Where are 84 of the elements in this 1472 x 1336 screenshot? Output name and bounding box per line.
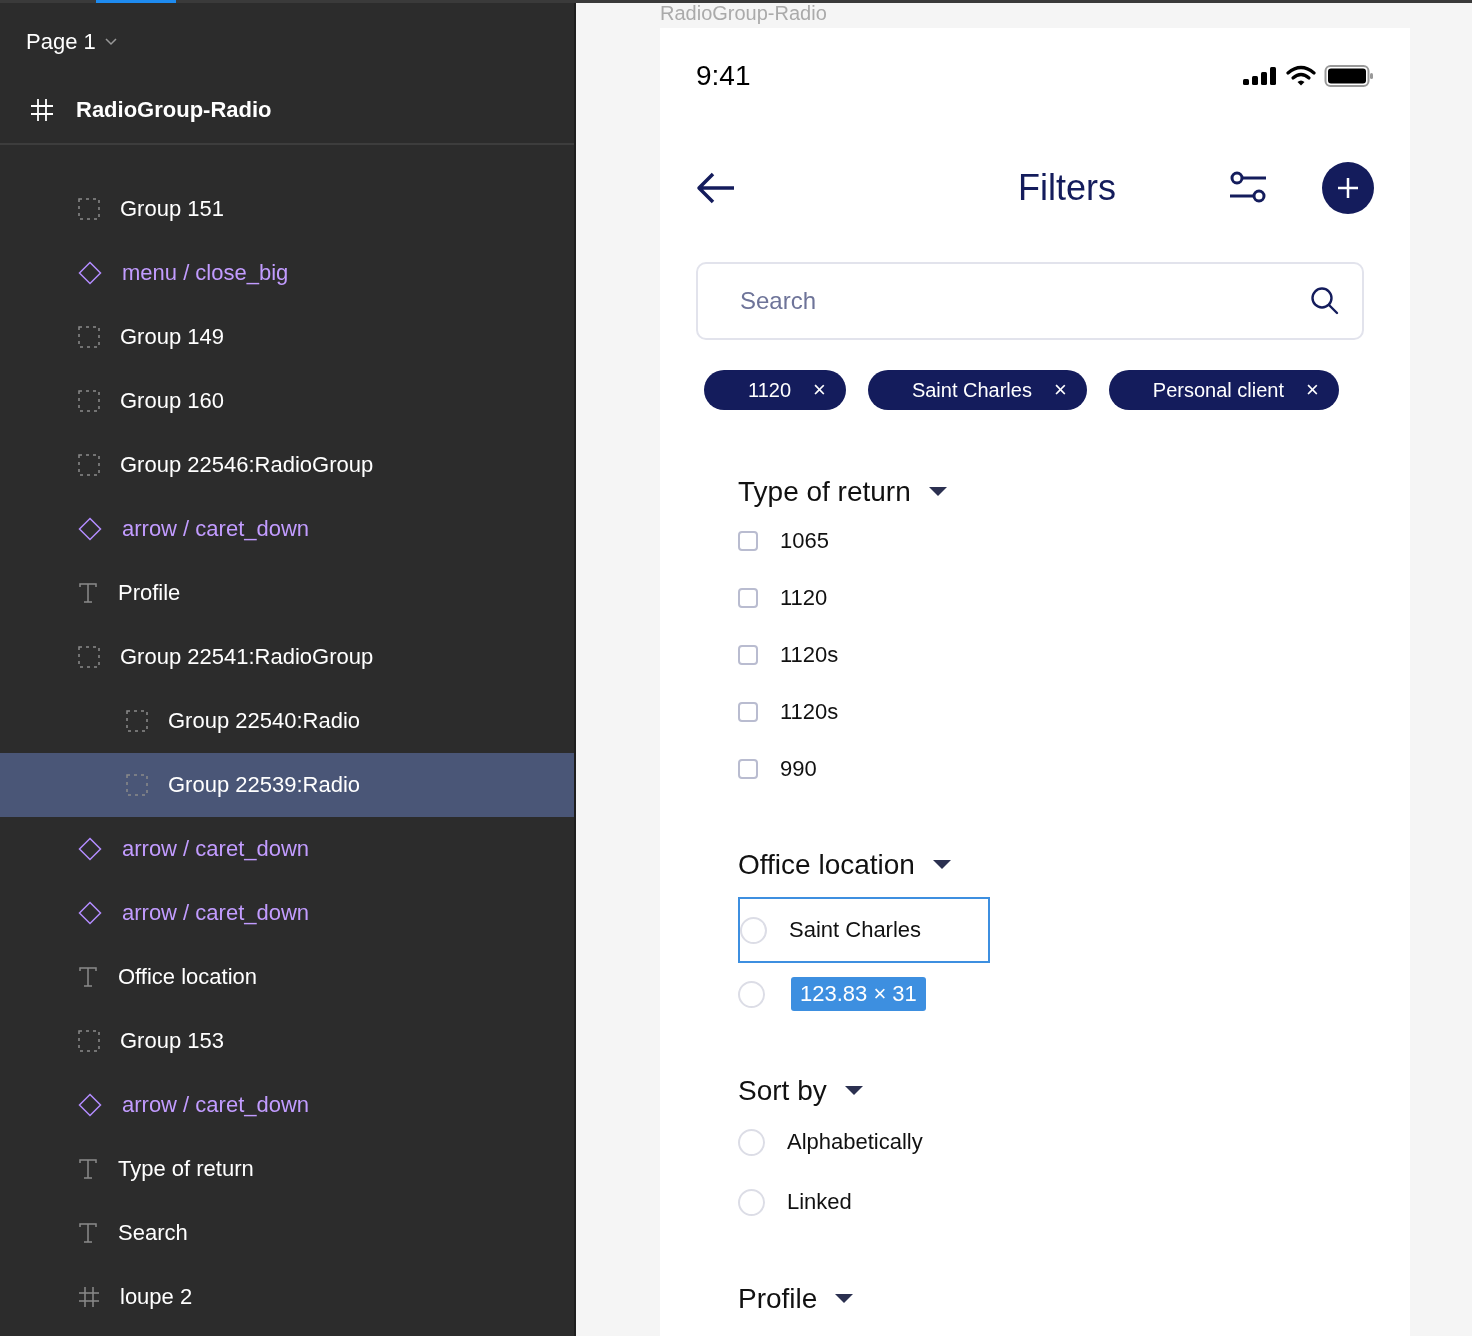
- chevron-down-icon: [103, 37, 118, 47]
- layer-row[interactable]: arrow / caret_down: [0, 497, 574, 561]
- option-label: 1120: [780, 584, 828, 611]
- option-label: Alphabetically: [787, 1129, 923, 1155]
- option-label: 1120s: [780, 698, 839, 725]
- layer-row[interactable]: Office location: [0, 945, 574, 1009]
- diamond-icon: [78, 517, 102, 541]
- hash-icon: [30, 98, 54, 122]
- radio-button[interactable]: [738, 1128, 765, 1156]
- battery-icon: [1324, 64, 1374, 88]
- layer-row[interactable]: Profile: [0, 561, 574, 625]
- layer-row[interactable]: loupe 2: [0, 1265, 574, 1329]
- text-icon: [78, 966, 98, 988]
- layer-row[interactable]: arrow / caret_down: [0, 817, 574, 881]
- sliders-icon[interactable]: [1228, 171, 1268, 205]
- layer-row[interactable]: Group 149: [0, 305, 574, 369]
- diamond-icon: [78, 837, 102, 861]
- diamond-icon: [78, 901, 102, 925]
- search-field[interactable]: Search: [696, 262, 1364, 340]
- checkbox[interactable]: [738, 644, 758, 665]
- radio-button[interactable]: [738, 980, 765, 1008]
- text-icon: [78, 1222, 98, 1244]
- signal-icon: [1242, 66, 1278, 86]
- frame-name[interactable]: RadioGroup-Radio: [76, 97, 272, 123]
- size-badge: 123.83 × 31: [791, 977, 926, 1011]
- section-title: Type of return: [738, 476, 911, 508]
- checkbox[interactable]: [738, 530, 758, 551]
- dashed-square-icon: [78, 646, 100, 668]
- caret-down-icon[interactable]: [928, 487, 947, 497]
- layer-row[interactable]: Group 22541:RadioGroup: [0, 625, 574, 689]
- dashed-square-icon: [126, 774, 148, 796]
- checkbox[interactable]: [738, 758, 758, 779]
- dashed-square-icon: [78, 454, 100, 476]
- back-arrow-icon[interactable]: [696, 171, 736, 205]
- caret-down-icon[interactable]: [835, 1294, 854, 1304]
- section-title: Sort by: [738, 1075, 827, 1107]
- page-selector[interactable]: Page 1: [26, 29, 118, 55]
- layer-row[interactable]: arrow / caret_down: [0, 881, 574, 945]
- remove-chip-button[interactable]: ×: [813, 377, 826, 403]
- caret-down-icon[interactable]: [844, 1086, 863, 1096]
- radio-button[interactable]: [738, 1188, 765, 1216]
- layer-row[interactable]: Group 153: [0, 1009, 574, 1073]
- layer-row[interactable]: Type of return: [0, 1137, 574, 1201]
- search-icon: [1310, 286, 1340, 316]
- screen-title: Filters: [1017, 167, 1117, 209]
- layer-row[interactable]: menu / close_big: [0, 241, 574, 305]
- remove-chip-button[interactable]: ×: [1053, 377, 1067, 403]
- layer-row[interactable]: Group 160: [0, 369, 574, 433]
- checkbox[interactable]: [738, 701, 758, 722]
- plus-icon: [1336, 176, 1360, 200]
- section-title: Office location: [738, 849, 915, 881]
- status-time: 9:41: [696, 60, 751, 92]
- hash-icon: [78, 1286, 100, 1308]
- option-label: Saint Charles: [789, 917, 922, 943]
- remove-chip-button[interactable]: ×: [1306, 377, 1319, 403]
- frame-label: RadioGroup-Radio: [660, 3, 828, 26]
- dashed-square-icon: [78, 1030, 100, 1052]
- option-label: 1065: [780, 527, 829, 554]
- text-icon: [78, 582, 98, 604]
- option-label: 990: [780, 755, 817, 782]
- layer-row[interactable]: Group 151: [0, 177, 574, 241]
- add-button[interactable]: [1322, 162, 1374, 214]
- layer-row[interactable]: Search: [0, 1201, 574, 1265]
- chip-label: Saint Charles: [911, 378, 1032, 402]
- layer-row[interactable]: Group 22539:Radio: [0, 753, 574, 817]
- diamond-icon: [78, 261, 102, 285]
- dashed-square-icon: [78, 326, 100, 348]
- checkbox[interactable]: [738, 587, 758, 608]
- dashed-square-icon: [78, 390, 100, 412]
- dashed-square-icon: [78, 198, 100, 220]
- chip-label: 1120: [748, 378, 791, 402]
- option-label: 1120s: [780, 641, 839, 668]
- caret-down-icon[interactable]: [932, 860, 951, 870]
- layer-row[interactable]: arrow / caret_down: [0, 1073, 574, 1137]
- dashed-square-icon: [126, 710, 148, 732]
- section-title: Profile: [738, 1283, 818, 1315]
- layer-row[interactable]: Group 22540:Radio: [0, 689, 574, 753]
- diamond-icon: [78, 1093, 102, 1117]
- radio-button[interactable]: [740, 916, 767, 944]
- text-icon: [78, 1158, 98, 1180]
- wifi-icon: [1286, 65, 1316, 87]
- chip-label: Personal client: [1152, 378, 1284, 402]
- layer-row[interactable]: Group 22546:RadioGroup: [0, 433, 574, 497]
- option-label: Linked: [787, 1189, 852, 1215]
